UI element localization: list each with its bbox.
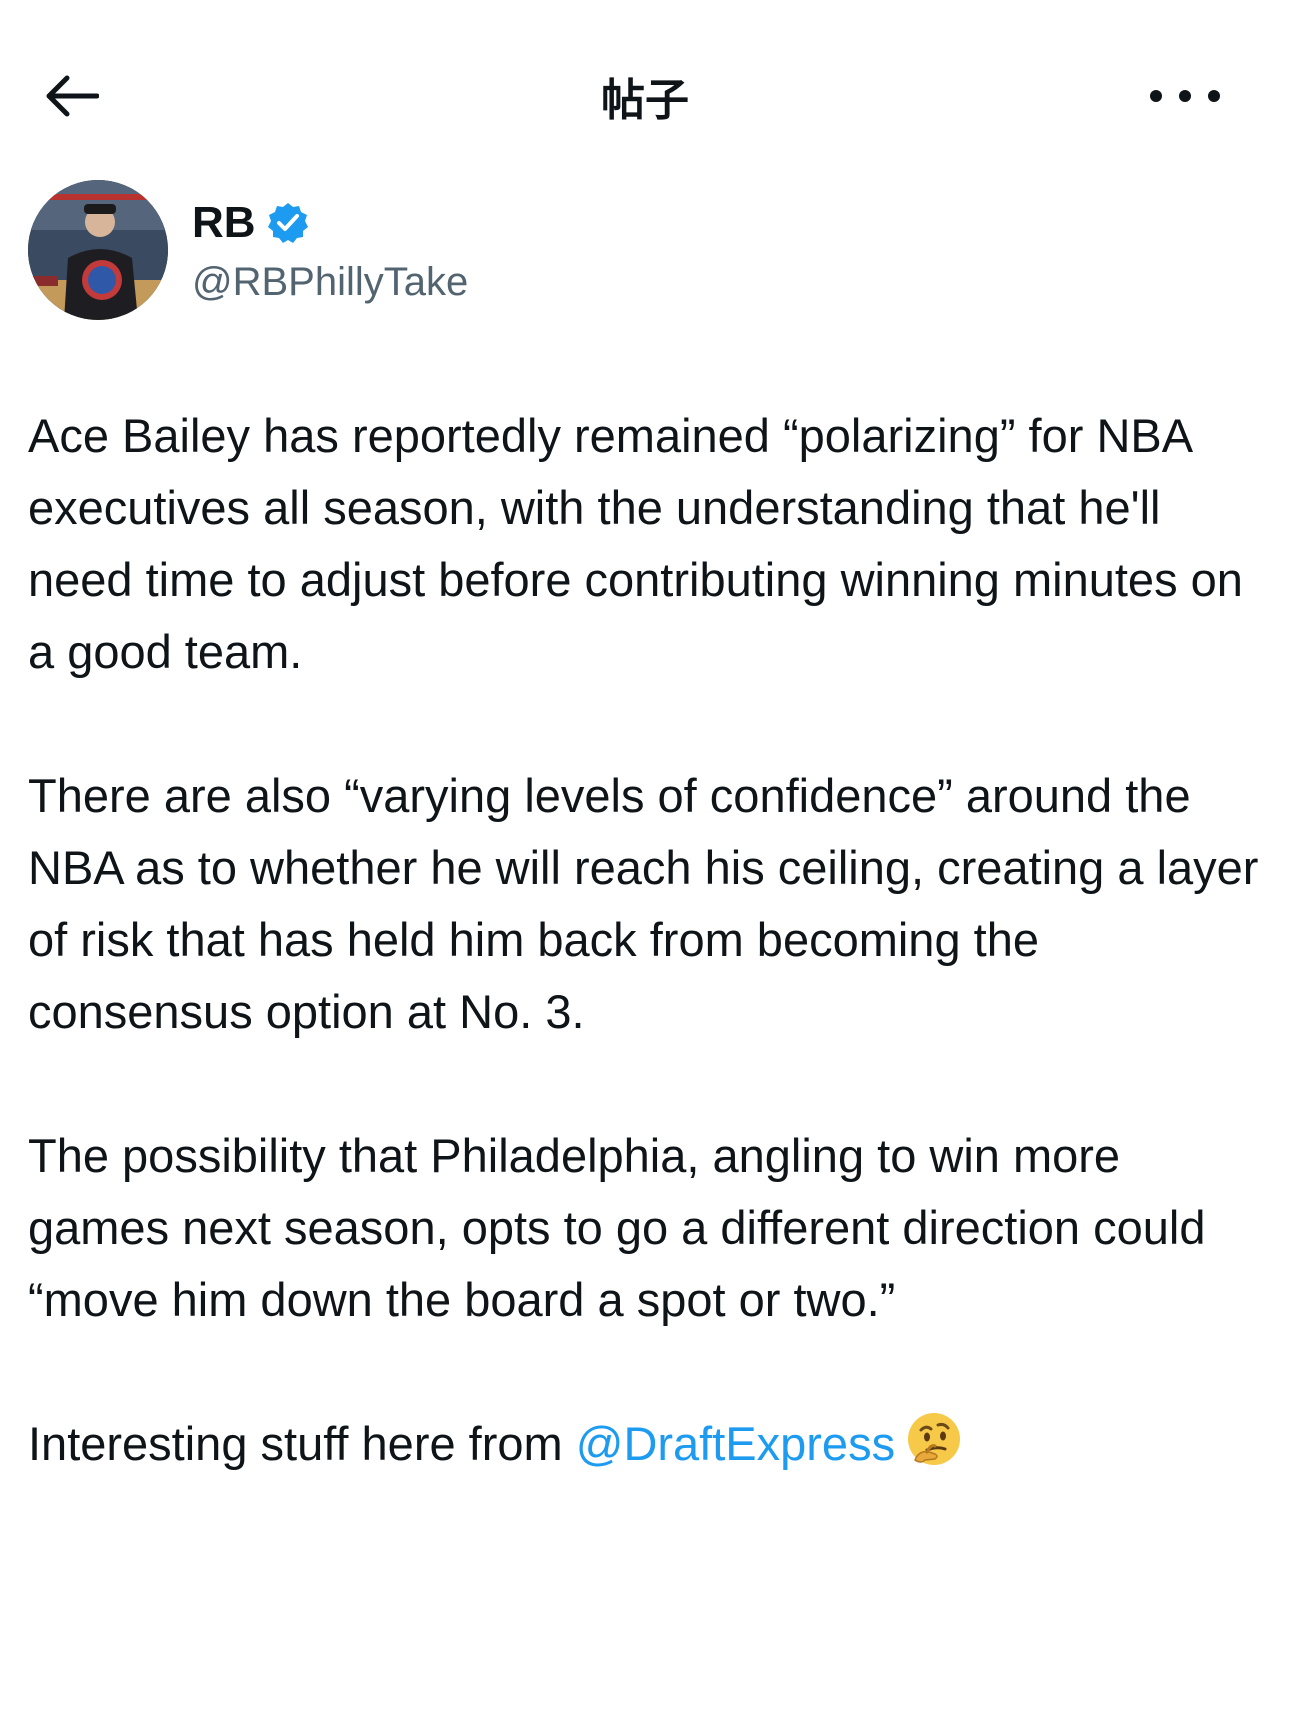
post-paragraph-last: Interesting stuff here from @DraftExpres… <box>28 1408 1268 1480</box>
avatar[interactable] <box>28 180 168 320</box>
more-horizontal-icon <box>1150 90 1162 102</box>
post-text-prefix: Interesting stuff here from <box>28 1417 576 1470</box>
post-paragraph: There are also “varying levels of confid… <box>28 769 1259 1038</box>
post-paragraph: Ace Bailey has reportedly remained “pola… <box>28 409 1243 678</box>
mention-link[interactable]: @DraftExpress <box>576 1417 895 1470</box>
display-name: RB <box>192 198 256 247</box>
post-paragraph: The possibility that Philadelphia, angli… <box>28 1129 1206 1326</box>
user-handle[interactable]: @RBPhillyTake <box>192 260 468 305</box>
post-author: RB @RBPhillyTake <box>28 180 1228 322</box>
avatar-image <box>28 180 168 320</box>
post-text: Ace Bailey has reportedly remained “pola… <box>28 400 1268 1480</box>
more-dot <box>1208 90 1220 102</box>
top-bar: 帖子 <box>0 0 1290 190</box>
page-title: 帖子 <box>601 75 689 126</box>
more-dot <box>1179 90 1191 102</box>
thinking-face-emoji-icon <box>908 1413 961 1465</box>
display-name-row[interactable]: RB <box>192 198 310 248</box>
more-options-button[interactable] <box>1150 76 1220 116</box>
verified-badge-icon <box>267 203 308 243</box>
